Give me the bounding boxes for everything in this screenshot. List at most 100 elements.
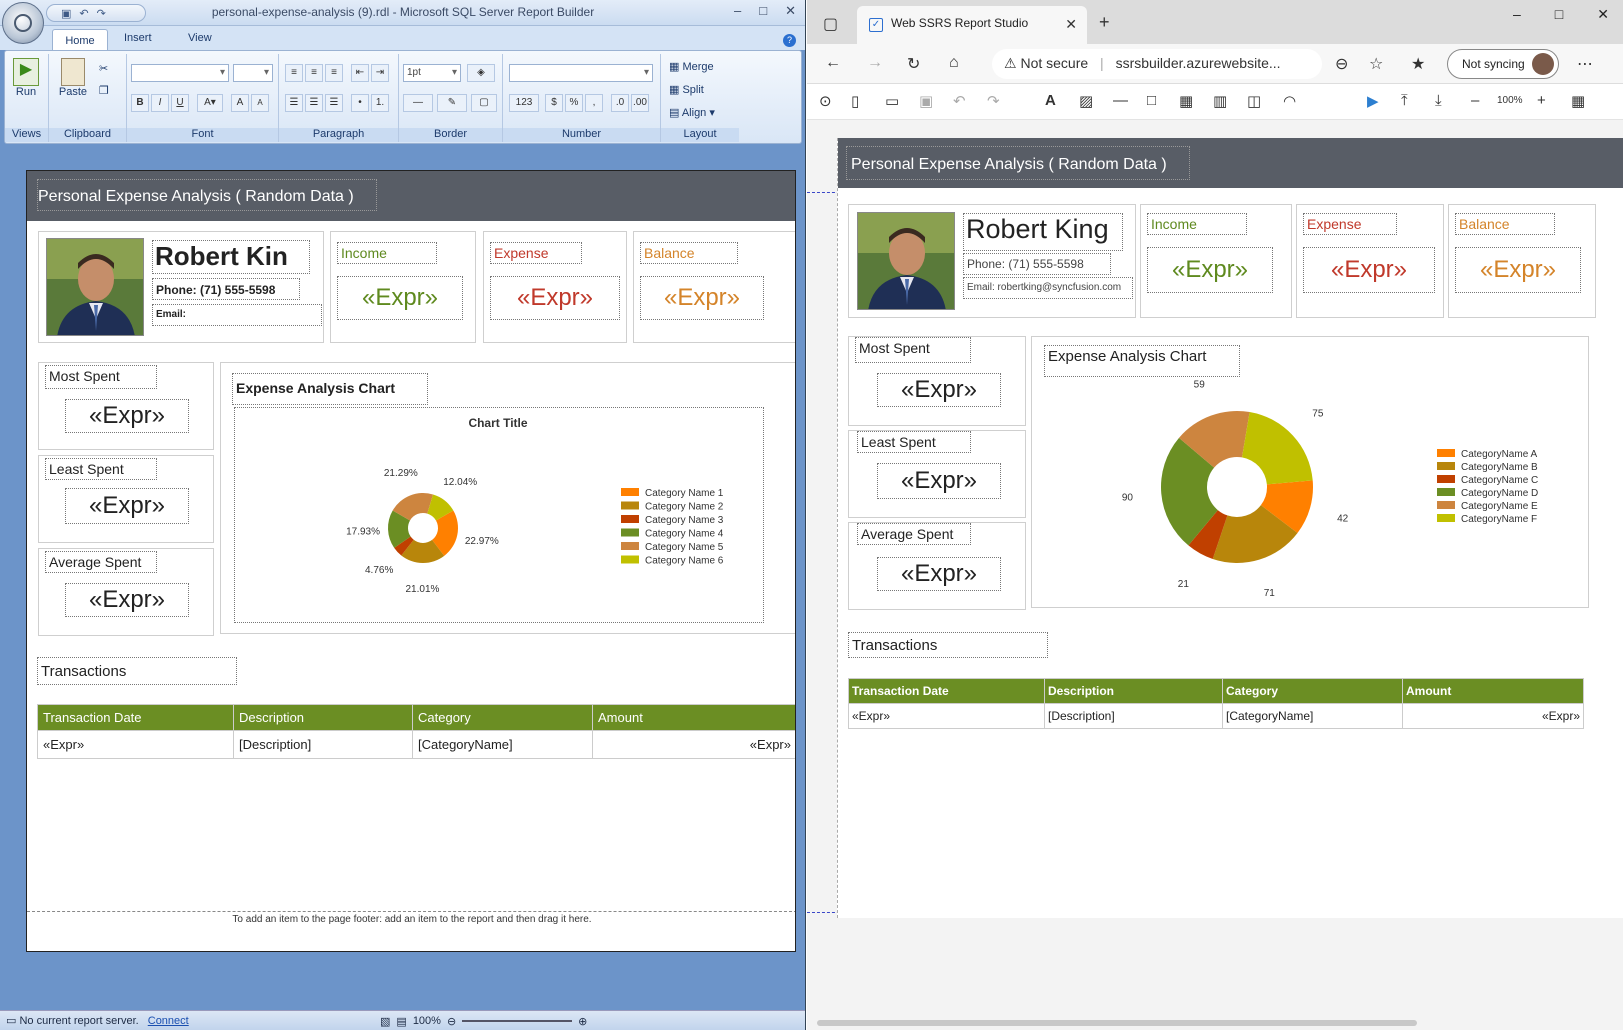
income-value[interactable]: «Expr» (337, 276, 463, 320)
decrease-decimal-button[interactable]: .00 (631, 94, 649, 112)
cell-description[interactable]: [Description] (1044, 703, 1223, 729)
rectangle-icon[interactable]: □ (1147, 92, 1156, 109)
chart-panel[interactable]: Expense Analysis Chart Chart Title 22.97… (220, 362, 795, 634)
income-label[interactable]: Income (337, 242, 437, 264)
expense-label[interactable]: Expense (490, 242, 582, 264)
transactions-table[interactable]: Transaction Date Description Category Am… (848, 678, 1584, 729)
transactions-table[interactable]: Transaction Date Description Category Am… (37, 704, 795, 759)
average-spent-label[interactable]: Average Spent (45, 551, 157, 573)
redo-icon[interactable]: ↷ (987, 92, 1000, 110)
tab-home[interactable]: Home (52, 29, 108, 50)
browser-tab[interactable]: ✓ Web SSRS Report Studio ✕ (857, 6, 1087, 44)
tab-actions-icon[interactable]: ▢ (823, 14, 838, 34)
grid-icon[interactable]: ▦ (1571, 92, 1585, 110)
report-body[interactable]: Personal Expense Analysis ( Random Data … (837, 138, 1623, 918)
profile-phone[interactable]: Phone: (71) 555-5598 (963, 253, 1111, 275)
download-icon[interactable]: ⤓ (1435, 92, 1442, 109)
close-icon[interactable]: ✕ (1597, 6, 1609, 23)
copy-icon[interactable]: ❐ (99, 84, 109, 97)
percent-button[interactable]: % (565, 94, 583, 112)
underline-button[interactable]: U (171, 94, 189, 112)
cell-transaction-date[interactable]: «Expr» (848, 703, 1045, 729)
grow-font-button[interactable]: A (231, 94, 249, 112)
subreport-icon[interactable]: ◫ (1247, 92, 1261, 110)
split-button[interactable]: ▦ Split (669, 83, 704, 96)
preview-run-icon[interactable]: ▶ (1367, 92, 1379, 110)
paste-button[interactable]: Paste (55, 58, 91, 98)
least-spent-label[interactable]: Least Spent (45, 458, 157, 480)
border-color-button[interactable]: ✎ (437, 94, 467, 112)
refresh-icon[interactable]: ↻ (907, 54, 920, 74)
more-icon[interactable]: ⋯ (1577, 54, 1593, 74)
col-description[interactable]: Description (1044, 678, 1223, 704)
connect-link[interactable]: Connect (148, 1015, 189, 1027)
average-spent-panel[interactable]: Average Spent «Expr» (848, 522, 1026, 610)
most-spent-panel[interactable]: Most Spent «Expr» (38, 362, 214, 450)
chart-heading[interactable]: Expense Analysis Chart (232, 373, 428, 405)
undo-icon[interactable]: ↶ (953, 92, 966, 110)
expense-label[interactable]: Expense (1303, 213, 1397, 235)
transactions-label[interactable]: Transactions (37, 657, 237, 685)
average-spent-panel[interactable]: Average Spent «Expr» (38, 548, 214, 636)
image-icon[interactable]: ▨ (1079, 92, 1093, 110)
expense-value[interactable]: «Expr» (490, 276, 620, 320)
average-spent-label[interactable]: Average Spent (857, 523, 971, 545)
balance-value[interactable]: «Expr» (1455, 247, 1581, 293)
borders-button[interactable]: ▢ (471, 94, 497, 112)
balance-panel[interactable]: Balance «Expr» (1448, 204, 1596, 318)
new-tab-icon[interactable]: + (1099, 12, 1110, 33)
balance-panel[interactable]: Balance «Expr» (633, 231, 795, 343)
profile-email[interactable]: Email: robertking@syncfusion.com (963, 277, 1133, 299)
maximize-icon[interactable]: □ (759, 3, 767, 19)
run-button[interactable]: ▶ Run (10, 58, 42, 98)
tab-insert[interactable]: Insert (124, 32, 152, 44)
help-icon[interactable]: ? (783, 34, 796, 47)
decrease-indent-button[interactable]: ⇤ (351, 64, 369, 82)
forward-icon[interactable]: → (867, 54, 883, 72)
cell-amount[interactable]: «Expr» (1402, 703, 1584, 729)
zoom-out-icon[interactable]: – (1471, 92, 1479, 109)
profile-panel[interactable]: Robert Kin Phone: (71) 555-5598 Email: (38, 231, 324, 343)
least-spent-panel[interactable]: Least Spent «Expr» (848, 430, 1026, 518)
col-transaction-date[interactable]: Transaction Date (37, 704, 234, 731)
tab-close-icon[interactable]: ✕ (1065, 16, 1077, 33)
align-left-button[interactable]: ☰ (285, 94, 303, 112)
col-amount[interactable]: Amount (592, 704, 795, 731)
numbering-button[interactable]: 1. (371, 94, 389, 112)
horizontal-scrollbar[interactable] (817, 1020, 1417, 1026)
application-orb-button[interactable] (2, 2, 44, 44)
increase-decimal-button[interactable]: .0 (611, 94, 629, 112)
textbox-icon[interactable]: A (1045, 92, 1056, 109)
profile-panel[interactable]: Robert King Phone: (71) 555-5598 Email: … (848, 204, 1136, 318)
minimize-icon[interactable]: – (734, 3, 741, 19)
favorite-icon[interactable]: ☆ (1369, 54, 1383, 74)
least-spent-value[interactable]: «Expr» (877, 463, 1001, 499)
profile-sync-button[interactable]: Not syncing (1447, 49, 1559, 79)
balance-value[interactable]: «Expr» (640, 276, 764, 320)
url-field[interactable]: ⚠ Not secure | ssrsbuilder.azurewebsite.… (992, 49, 1322, 79)
bold-button[interactable]: B (131, 94, 149, 112)
income-panel[interactable]: Income «Expr» (330, 231, 476, 343)
open-folder-icon[interactable]: ▭ (885, 92, 899, 110)
cell-category[interactable]: [CategoryName] (412, 730, 593, 759)
income-label[interactable]: Income (1147, 213, 1247, 235)
merge-button[interactable]: ▦ Merge (669, 60, 714, 73)
col-amount[interactable]: Amount (1402, 678, 1584, 704)
placeholder-button[interactable]: 123 (509, 94, 539, 112)
save-icon[interactable]: ▣ (919, 92, 933, 110)
report-title[interactable]: Personal Expense Analysis ( Random Data … (37, 179, 377, 211)
increase-indent-button[interactable]: ⇥ (371, 64, 389, 82)
line-icon[interactable]: — (1113, 92, 1128, 109)
currency-button[interactable]: $ (545, 94, 563, 112)
least-spent-label[interactable]: Least Spent (857, 431, 971, 453)
zoom-out-icon[interactable]: ⊖ (447, 1015, 456, 1028)
font-color-button[interactable]: A▾ (197, 94, 223, 112)
upload-icon[interactable]: ⤒ (1401, 92, 1408, 109)
profile-phone[interactable]: Phone: (71) 555-5598 (152, 278, 300, 300)
bullets-button[interactable]: • (351, 94, 369, 112)
border-style-button[interactable]: — (403, 94, 433, 112)
report-title[interactable]: Personal Expense Analysis ( Random Data … (846, 146, 1190, 180)
border-width-select[interactable]: 1pt (403, 64, 461, 82)
cell-transaction-date[interactable]: «Expr» (37, 730, 234, 759)
chart-panel[interactable]: Expense Analysis Chart 42 71 21 90 59 75 Categ… (1031, 336, 1589, 608)
